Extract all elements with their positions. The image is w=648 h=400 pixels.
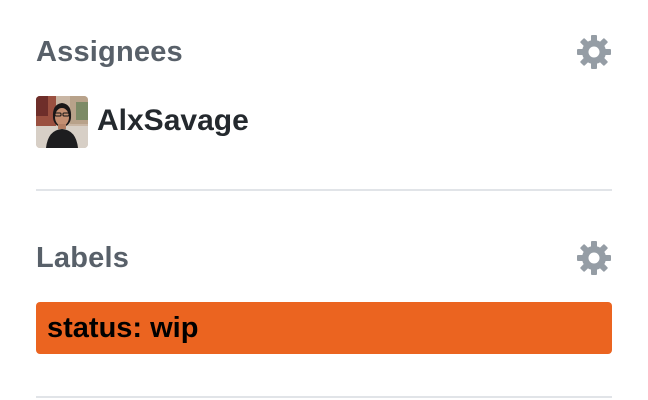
labels-title: Labels — [36, 242, 130, 274]
gear-icon[interactable] — [576, 34, 612, 70]
issue-sidebar: Assignees AlxSavage Labels status: wip — [0, 0, 648, 400]
assignees-header[interactable]: Assignees — [36, 32, 612, 72]
gear-icon-graphic — [577, 241, 611, 275]
avatar[interactable] — [36, 96, 88, 148]
gear-icon[interactable] — [576, 240, 612, 276]
assignees-title: Assignees — [36, 36, 183, 68]
gear-icon-graphic — [577, 35, 611, 69]
labels-header[interactable]: Labels — [36, 238, 612, 278]
section-divider — [36, 396, 612, 398]
assignee-name[interactable]: AlxSavage — [97, 100, 249, 142]
label-status-wip[interactable]: status: wip — [36, 302, 612, 354]
assignee-item[interactable]: AlxSavage — [36, 96, 612, 148]
section-divider — [36, 189, 612, 191]
avatar-image — [36, 96, 88, 148]
labels-section: Labels status: wip — [36, 192, 612, 396]
assignees-section: Assignees AlxSavage — [36, 0, 612, 190]
